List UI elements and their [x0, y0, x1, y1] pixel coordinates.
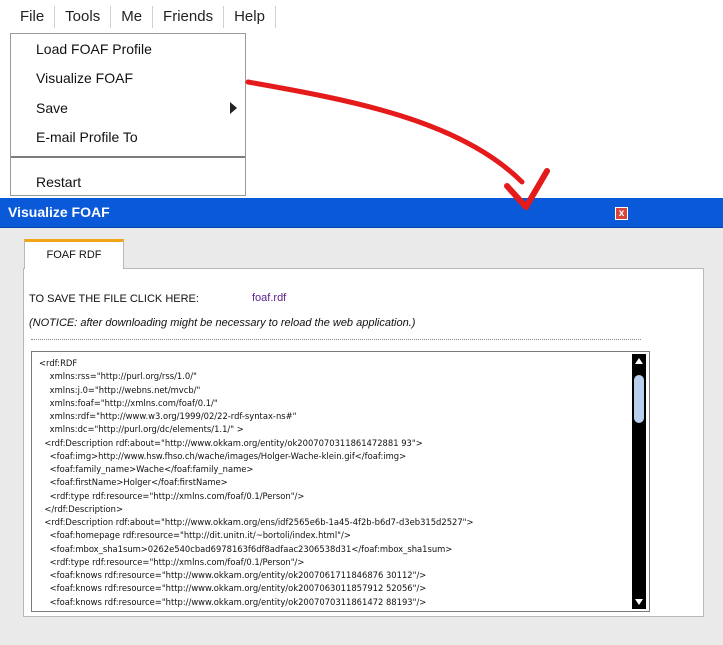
menu-bar: File Tools Me Friends Help: [0, 0, 276, 33]
menu-item-save[interactable]: Save: [36, 100, 68, 116]
scroll-down-arrow-icon[interactable]: [635, 599, 643, 605]
submenu-arrow-icon: [230, 102, 237, 114]
code-line: <rdf:type rdf:resource="http://xmlns.com…: [39, 490, 305, 501]
dotted-divider: [31, 339, 641, 340]
notice-text: (NOTICE: after downloading might be nece…: [29, 317, 416, 329]
code-line: <foaf:img>http://www.hsw.fhso.ch/wache/i…: [39, 450, 407, 461]
code-line: xmlns:foaf="http://xmlns.com/foaf/0.1/": [39, 397, 218, 408]
menu-item-visualize-foaf[interactable]: Visualize FOAF: [36, 70, 133, 86]
code-line: <foaf:knows rdf:resource="http://www.okk…: [39, 570, 427, 580]
menu-item-load-foaf-profile[interactable]: Load FOAF Profile: [36, 41, 152, 57]
code-line: xmlns:rdf="http://www.w3.org/1999/02/22-…: [39, 411, 297, 421]
rdf-code-textarea[interactable]: <rdf:RDF xmlns:rss="http://purl.org/rss/…: [31, 351, 650, 612]
file-dropdown-menu: Load FOAF Profile Visualize FOAF Save E-…: [10, 33, 246, 196]
code-line: xmlns:dc="http://purl.org/dc/elements/1.…: [39, 424, 244, 435]
menu-item-restart[interactable]: Restart: [36, 174, 81, 190]
code-line: <foaf:homepage rdf:resource="http://dit.…: [39, 530, 351, 541]
vertical-scrollbar[interactable]: [632, 354, 646, 609]
code-line: <rdf:type rdf:resource="http://xmlns.com…: [39, 556, 305, 567]
code-line: <foaf:firstName>Holger</foaf:firstName>: [39, 477, 228, 488]
rdf-code-content: <rdf:RDF xmlns:rss="http://purl.org/rss/…: [39, 357, 474, 609]
menu-me[interactable]: Me: [111, 5, 154, 28]
code-line: <rdf:Description rdf:about="http://www.o…: [39, 517, 474, 527]
menu-separator: [11, 156, 245, 158]
scroll-up-arrow-icon[interactable]: [635, 358, 643, 364]
close-icon[interactable]: x: [615, 207, 628, 220]
visualize-foaf-window: Visualize FOAF x FOAF RDF TO SAVE THE FI…: [0, 198, 723, 645]
window-titlebar: Visualize FOAF x: [0, 198, 723, 228]
menu-item-email-profile[interactable]: E-mail Profile To: [36, 129, 138, 145]
code-line: <foaf:knows rdf:resource="http://www.okk…: [39, 596, 427, 607]
scroll-thumb[interactable]: [634, 375, 644, 423]
code-line: xmlns:rss="http://purl.org/rss/1.0/": [39, 371, 197, 382]
menu-file[interactable]: File: [0, 5, 56, 28]
window-title: Visualize FOAF: [8, 204, 110, 220]
code-line: <rdf:Description rdf:about="http://www.o…: [39, 437, 423, 448]
code-line: <foaf:mbox_sha1sum>0262e540cbad6978163f6…: [39, 543, 453, 554]
menu-friends[interactable]: Friends: [153, 5, 225, 28]
save-prompt: TO SAVE THE FILE CLICK HERE:: [29, 293, 199, 305]
code-line: <foaf:family_name>Wache</foaf:family_nam…: [39, 464, 254, 474]
menu-tools[interactable]: Tools: [55, 5, 112, 28]
code-line: </rdf:Description>: [39, 503, 123, 514]
code-line: <foaf:knows rdf:resource="http://www.okk…: [39, 583, 427, 594]
code-line: <rdf:RDF: [39, 358, 78, 368]
code-line: xmlns:j.0="http://webns.net/mvcb/": [39, 384, 201, 395]
tab-foaf-rdf[interactable]: FOAF RDF: [24, 239, 124, 269]
download-link[interactable]: foaf.rdf: [252, 292, 286, 304]
menu-help[interactable]: Help: [224, 5, 276, 28]
